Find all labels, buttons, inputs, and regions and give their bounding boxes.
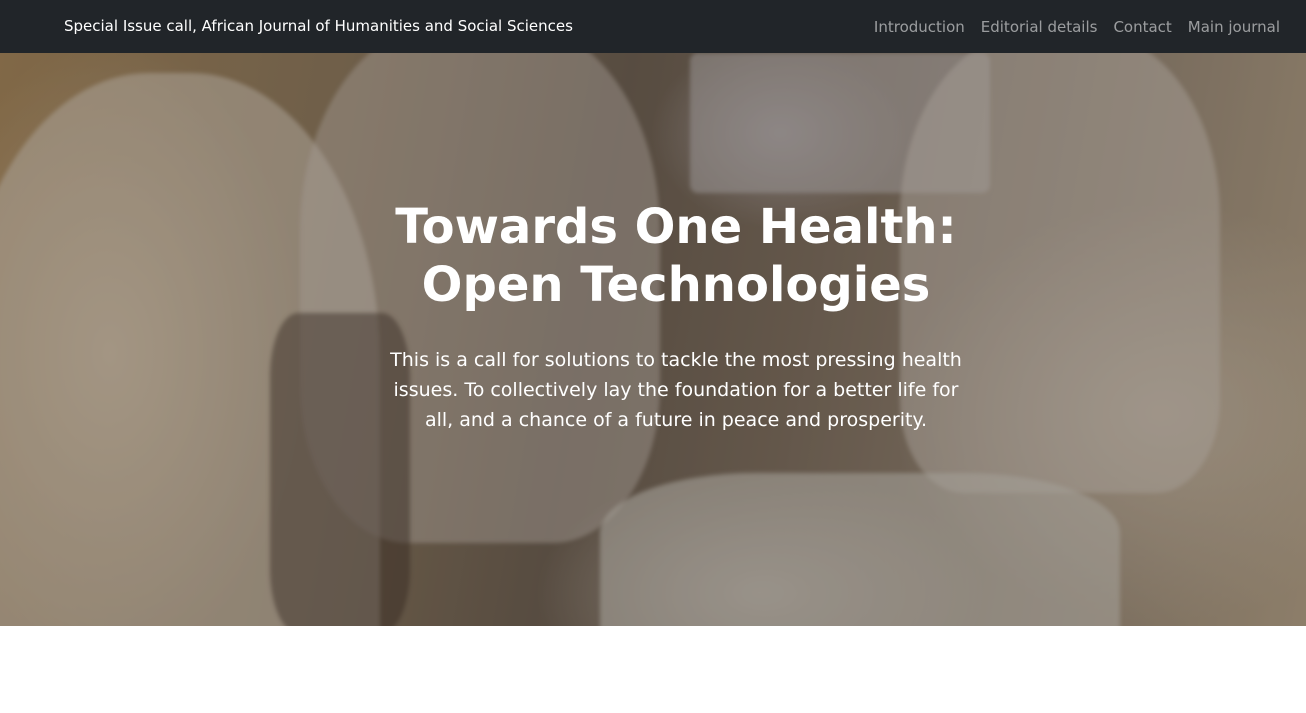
hero-section: Towards One Health: Open Technologies Th… — [0, 53, 1306, 626]
nav-link-main-journal[interactable]: Main journal — [1188, 18, 1280, 36]
hero-title-line-2: Open Technologies — [421, 257, 931, 313]
nav-link-contact[interactable]: Contact — [1113, 18, 1171, 36]
brand-link[interactable]: Special Issue call, African Journal of H… — [64, 0, 573, 53]
top-navbar: Special Issue call, African Journal of H… — [0, 0, 1306, 53]
hero-lead-text: This is a call for solutions to tackle t… — [390, 349, 962, 431]
hero-overlay — [0, 53, 1306, 626]
nav-links: Introduction Editorial details Contact M… — [874, 0, 1280, 53]
nav-link-editorial-details[interactable]: Editorial details — [981, 18, 1098, 36]
hero-title-line-1: Towards One Health: — [395, 199, 957, 255]
nav-link-introduction[interactable]: Introduction — [874, 18, 965, 36]
hero-title: Towards One Health: Open Technologies — [353, 198, 999, 314]
